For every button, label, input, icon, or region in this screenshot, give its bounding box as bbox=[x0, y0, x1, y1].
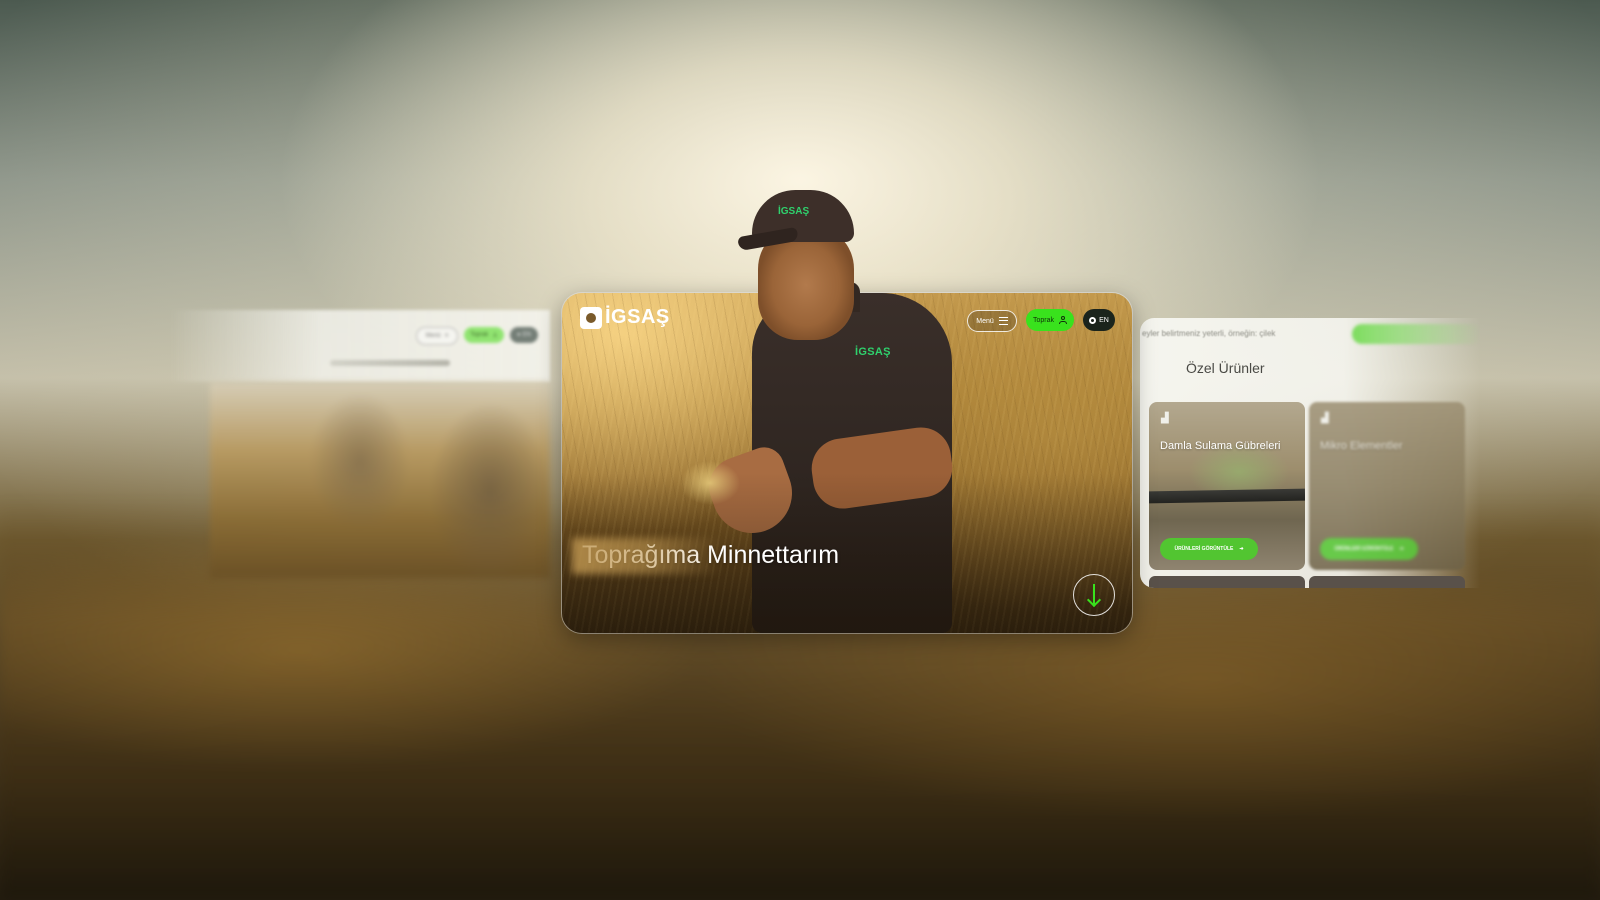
search-button[interactable] bbox=[1352, 324, 1480, 344]
product-card[interactable]: ▟ Damla Sulama Gübreleri ÜRÜNLERİ GÖRÜNT… bbox=[1149, 402, 1305, 570]
tractor-icon: ▟ bbox=[1321, 413, 1329, 424]
left-hero-image bbox=[210, 382, 550, 578]
globe-icon bbox=[1089, 316, 1097, 324]
left-page-preview: Menü ≡ Toprak ♙ ● EN bbox=[170, 310, 550, 590]
left-header: Menü ≡ Toprak ♙ ● EN bbox=[170, 310, 550, 382]
tractor-icon: ▟ bbox=[1161, 413, 1169, 424]
product-card-title: Damla Sulama Gübreleri bbox=[1160, 440, 1281, 452]
view-products-button[interactable]: ÜRÜNLERİ GÖRÜNTÜLE ➜ bbox=[1160, 538, 1258, 560]
brand-logo[interactable]: İGSAŞ bbox=[580, 306, 670, 329]
shirt-logo: İGSAŞ bbox=[855, 346, 891, 358]
view-products-label: ÜRÜNLERİ GÖRÜNTÜLE bbox=[1334, 546, 1394, 552]
title-fade-overlay bbox=[572, 538, 722, 574]
hamburger-icon bbox=[998, 317, 1008, 325]
logo-mark-icon bbox=[580, 306, 602, 329]
view-products-button[interactable]: ÜRÜNLERİ GÖRÜNTÜLE ➜ bbox=[1320, 538, 1418, 560]
search-hint-text: eyler belirtmeniz yeterli, örneğin: çile… bbox=[1142, 329, 1276, 338]
view-products-label: ÜRÜNLERİ GÖRÜNTÜLE bbox=[1174, 546, 1234, 552]
arrow-right-icon: ➜ bbox=[1239, 546, 1244, 552]
user-icon bbox=[1059, 316, 1067, 324]
left-menu-label: Menü bbox=[425, 333, 441, 339]
globe-icon: ● bbox=[517, 332, 521, 338]
arrow-right-icon: ➜ bbox=[1399, 546, 1404, 552]
breadcrumb bbox=[330, 360, 450, 366]
language-button[interactable]: EN bbox=[1083, 309, 1115, 331]
showcase-stage: Menü ≡ Toprak ♙ ● EN eyler belirtmeniz y… bbox=[0, 0, 1600, 900]
next-card-edge bbox=[1309, 576, 1465, 588]
cap-logo: İGSAŞ bbox=[778, 206, 810, 217]
left-language-button[interactable]: ● EN bbox=[510, 327, 538, 343]
menu-button[interactable]: Menü bbox=[967, 310, 1017, 332]
section-title: Özel Ürünler bbox=[1186, 360, 1265, 376]
arrow-down-icon bbox=[1087, 584, 1101, 606]
scroll-down-button[interactable] bbox=[1073, 574, 1115, 616]
hamburger-icon: ≡ bbox=[444, 333, 449, 339]
toprak-button[interactable]: Toprak bbox=[1026, 309, 1074, 331]
left-toprak-label: Toprak bbox=[470, 332, 489, 338]
next-card-edge bbox=[1149, 576, 1305, 588]
toprak-label: Toprak bbox=[1032, 316, 1054, 324]
menu-label: Menü bbox=[976, 317, 994, 325]
product-card[interactable]: ▟ Mikro Elementler ÜRÜNLERİ GÖRÜNTÜLE ➜ bbox=[1309, 402, 1465, 570]
left-language-label: EN bbox=[522, 332, 531, 338]
brand-name: İGSAŞ bbox=[605, 306, 670, 328]
product-card-title: Mikro Elementler bbox=[1320, 440, 1403, 452]
language-label: EN bbox=[1099, 316, 1109, 324]
left-toprak-button[interactable]: Toprak ♙ bbox=[464, 327, 504, 343]
drip-pipe-image bbox=[1149, 488, 1305, 504]
left-menu-button[interactable]: Menü ≡ bbox=[416, 327, 458, 345]
hero-card: İGSAŞ İGSAŞ Menü Toprak EN Toprağıma Min… bbox=[562, 293, 1132, 633]
user-icon: ♙ bbox=[492, 332, 498, 339]
right-page-preview: eyler belirtmeniz yeterli, örneğin: çile… bbox=[1140, 318, 1480, 588]
